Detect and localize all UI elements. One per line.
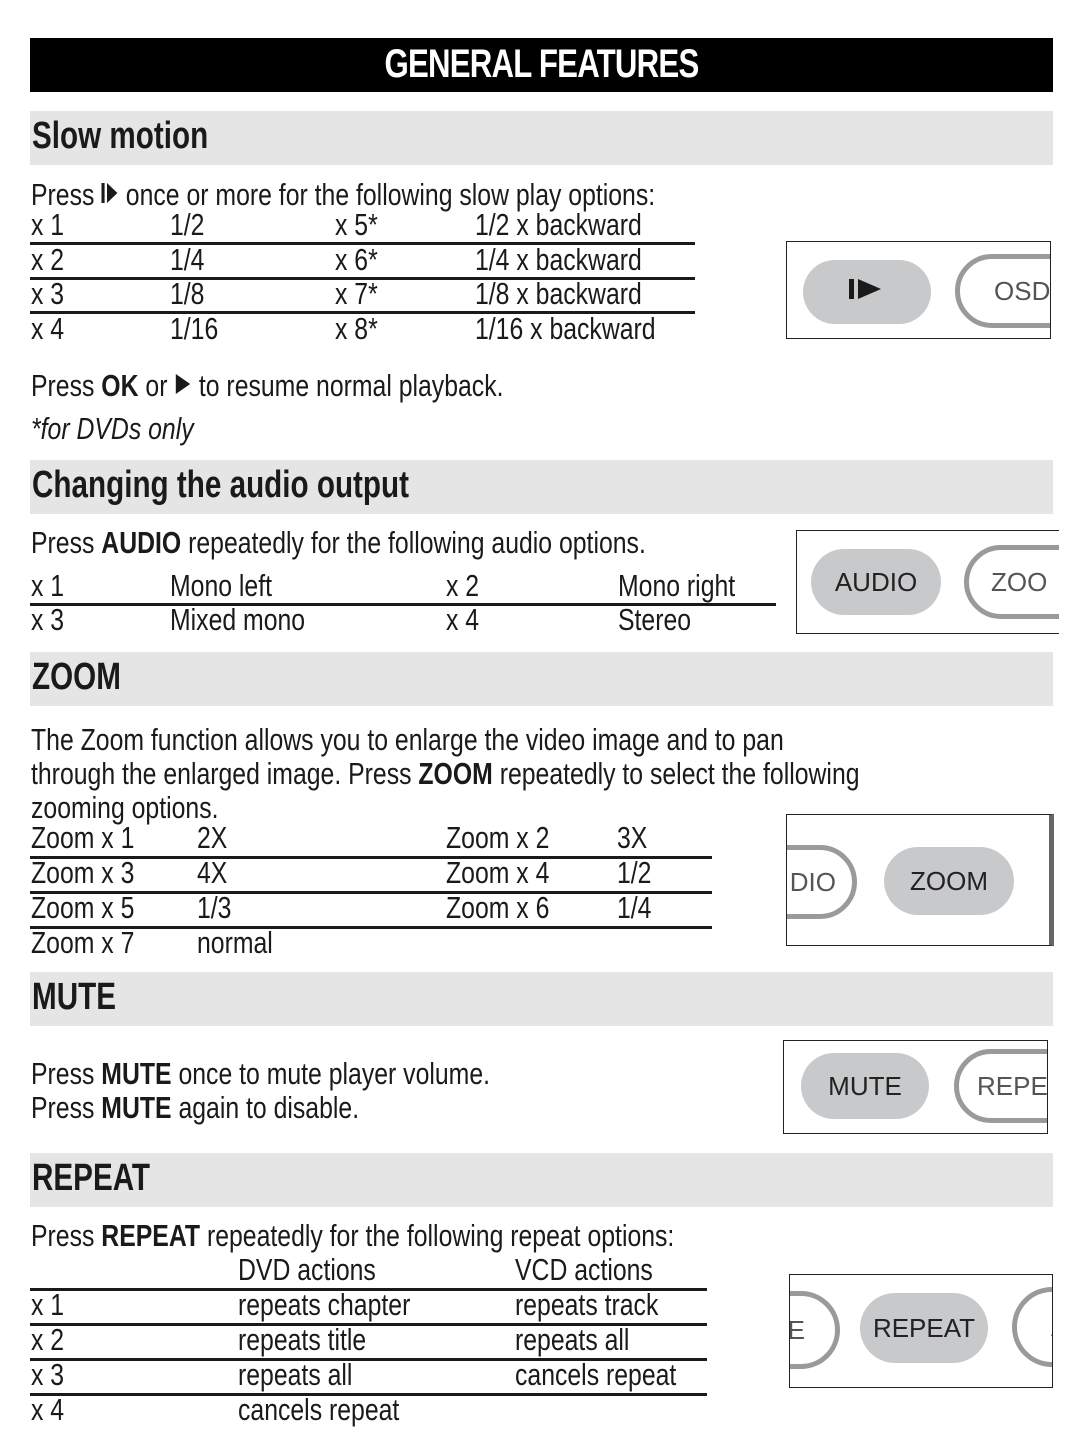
audio-intro: Press AUDIO repeatedly for the following… (31, 525, 646, 560)
audio-button[interactable]: AUDIO (811, 549, 941, 615)
speed-value: 1/4 x backward (475, 241, 642, 277)
play-icon (174, 368, 192, 404)
dvd-footnote: *for DVDs only (31, 411, 194, 446)
column-header: VCD actions (515, 1252, 653, 1287)
osd-button[interactable]: OSD (955, 254, 1050, 328)
press-count: x 6* (335, 241, 378, 277)
section-heading: ZOOM (32, 656, 121, 698)
remote-illustration-mute: MUTE REPEA (783, 1040, 1048, 1134)
zoom-desc-line1: The Zoom function allows you to enlarge … (31, 722, 784, 757)
press-count: Zoom x 3 (31, 855, 135, 890)
dvd-action: repeats chapter (238, 1287, 411, 1322)
zoom-button-partial[interactable]: ZOO (964, 545, 1059, 619)
press-count: x 3 (31, 1357, 65, 1392)
press-count: x 2 (446, 568, 480, 603)
audio-button-partial[interactable]: DIO (787, 845, 857, 919)
press-count: Zoom x 4 (446, 855, 550, 890)
section-heading: Changing the audio output (32, 464, 410, 506)
press-count: Zoom x 2 (446, 820, 550, 855)
remote-illustration-repeat: E REPEAT A (789, 1274, 1053, 1388)
zoom-level: 4X (197, 855, 228, 890)
section-heading: REPEAT (32, 1157, 151, 1199)
audio-mode: Mono right (618, 568, 736, 603)
section-heading: MUTE (32, 976, 116, 1018)
press-count: x 4 (31, 310, 65, 346)
slow-play-button[interactable] (803, 260, 931, 324)
resume-instruction: Press OK or to resume normal playback. (31, 368, 504, 404)
section-header-audio: Changing the audio output (30, 460, 1053, 514)
mute-button-partial[interactable]: E (790, 1291, 840, 1369)
remote-illustration-audio: AUDIO ZOO (796, 530, 1059, 634)
audio-mode: Mixed mono (170, 602, 306, 637)
speed-value: 1/16 x backward (475, 310, 656, 346)
audio-mode: Mono left (170, 568, 273, 603)
press-count: x 2 (31, 1322, 65, 1357)
press-count: x 1 (31, 568, 65, 603)
vcd-action: repeats track (515, 1287, 659, 1322)
zoom-level: 2X (197, 820, 228, 855)
remote-illustration-slow: OSD (786, 241, 1051, 339)
page-title-bar: GENERAL FEATURES (30, 38, 1053, 92)
page-title: GENERAL FEATURES (384, 42, 700, 86)
press-count: x 4 (446, 602, 480, 637)
dvd-action: repeats all (238, 1357, 353, 1392)
press-count: x 4 (31, 1392, 65, 1427)
press-count: x 8* (335, 310, 378, 346)
zoom-button[interactable]: ZOOM (884, 847, 1014, 915)
dvd-action: cancels repeat (238, 1392, 400, 1427)
zoom-level: normal (197, 925, 273, 960)
vcd-action: repeats all (515, 1322, 630, 1357)
press-count: x 1 (31, 207, 65, 242)
press-count: Zoom x 5 (31, 890, 135, 925)
press-count: x 5* (335, 207, 378, 242)
section-heading: Slow motion (32, 115, 209, 157)
speed-value: 1/2 x backward (475, 207, 642, 242)
zoom-level: 1/2 (617, 855, 652, 890)
mute-line1: Press MUTE once to mute player volume. (31, 1056, 491, 1091)
mute-button[interactable]: MUTE (801, 1053, 929, 1119)
speed-value: 1/8 (170, 276, 205, 311)
speed-value: 1/2 (170, 207, 205, 242)
dvd-action: repeats title (238, 1322, 367, 1357)
zoom-level: 1/3 (197, 890, 232, 925)
press-count: Zoom x 1 (31, 820, 135, 855)
zoom-level: 3X (617, 820, 648, 855)
press-count: x 7* (335, 276, 378, 311)
repeat-button[interactable]: REPEAT (860, 1293, 988, 1363)
section-header-slow-motion: Slow motion (30, 111, 1053, 165)
press-count: x 2 (31, 241, 65, 277)
press-count: Zoom x 7 (31, 925, 135, 960)
column-header: DVD actions (238, 1252, 376, 1287)
zoom-level: 1/4 (617, 890, 652, 925)
remote-illustration-zoom: DIO ZOOM (786, 814, 1054, 946)
speed-value: 1/4 (170, 241, 205, 277)
repeat-intro: Press REPEAT repeatedly for the followin… (31, 1218, 675, 1253)
speed-value: 1/8 x backward (475, 276, 642, 311)
repeat-button-partial[interactable]: REPEA (954, 1049, 1047, 1123)
slow-play-icon (101, 177, 119, 213)
audio-mode: Stereo (618, 602, 692, 637)
section-header-repeat: REPEAT (30, 1153, 1053, 1207)
press-count: x 3 (31, 602, 65, 637)
zoom-desc-line2: through the enlarged image. Press ZOOM r… (31, 756, 860, 791)
press-count: x 1 (31, 1287, 65, 1322)
next-button-partial[interactable]: A (1012, 1287, 1052, 1367)
vcd-action: cancels repeat (515, 1357, 677, 1392)
slow-play-icon (847, 276, 887, 309)
mute-line2: Press MUTE again to disable. (31, 1090, 360, 1125)
speed-value: 1/16 (170, 310, 219, 346)
section-header-mute: MUTE (30, 972, 1053, 1026)
press-count: x 3 (31, 276, 65, 311)
press-count: Zoom x 6 (446, 890, 550, 925)
section-header-zoom: ZOOM (30, 652, 1053, 706)
